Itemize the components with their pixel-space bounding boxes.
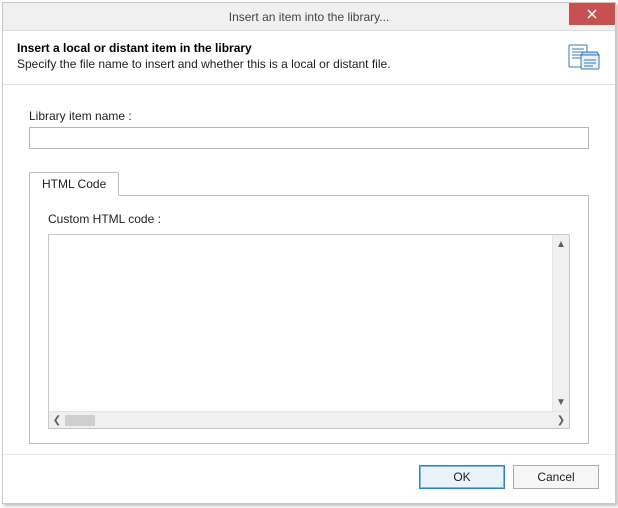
cancel-button[interactable]: Cancel [513, 465, 599, 489]
code-area: ▲ ▼ ❮ ❯ [48, 234, 570, 429]
ok-button[interactable]: OK [419, 465, 505, 489]
scroll-up-icon[interactable]: ▲ [555, 238, 567, 250]
header-subtext: Specify the file name to insert and whet… [17, 57, 391, 71]
horizontal-scrollbar[interactable]: ❮ ❯ [49, 411, 569, 428]
titlebar: Insert an item into the library... [3, 3, 615, 31]
code-area-wrap: ▲ ▼ ❮ ❯ [48, 234, 570, 429]
tab-strip: HTML Code [29, 172, 589, 196]
window-title: Insert an item into the library... [3, 10, 615, 24]
library-item-name-input[interactable] [29, 127, 589, 149]
header-panel: Insert a local or distant item in the li… [3, 31, 615, 85]
close-icon [587, 9, 597, 19]
scroll-right-icon[interactable]: ❯ [555, 414, 567, 426]
custom-html-code-input[interactable] [49, 235, 552, 411]
library-item-name-label: Library item name : [29, 109, 589, 123]
header-text: Insert a local or distant item in the li… [17, 41, 391, 71]
library-document-icon [567, 41, 601, 76]
button-row: OK Cancel [3, 454, 615, 503]
body-panel: Library item name : HTML Code Custom HTM… [3, 85, 615, 454]
hscroll-thumb[interactable] [65, 415, 95, 426]
tab-content-html-code: Custom HTML code : ▲ ▼ ❮ [29, 195, 589, 444]
tab-container: HTML Code Custom HTML code : ▲ ▼ [29, 171, 589, 444]
scroll-left-icon[interactable]: ❮ [51, 414, 63, 426]
tab-html-code[interactable]: HTML Code [29, 172, 119, 196]
header-heading: Insert a local or distant item in the li… [17, 41, 391, 55]
close-button[interactable] [569, 3, 615, 25]
vertical-scrollbar[interactable]: ▲ ▼ [552, 235, 569, 411]
scroll-down-icon[interactable]: ▼ [555, 396, 567, 408]
code-body: ▲ ▼ [49, 235, 569, 411]
dialog-window: Insert an item into the library... Inser… [2, 2, 616, 504]
custom-html-code-label: Custom HTML code : [48, 212, 570, 226]
